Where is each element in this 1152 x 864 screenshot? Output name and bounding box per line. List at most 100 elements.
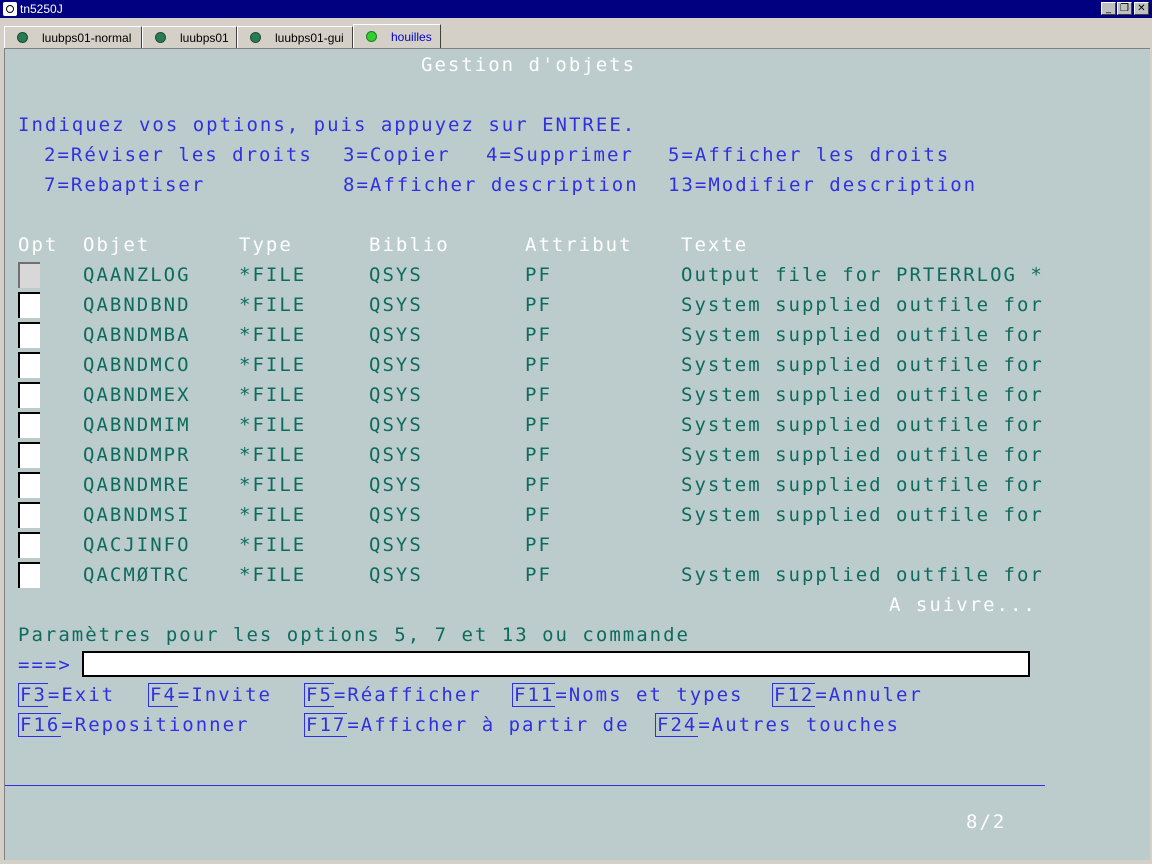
option-input[interactable] — [18, 352, 40, 378]
option-4: 4=Supprimer — [486, 144, 634, 166]
cell-attribut: PF — [525, 294, 552, 316]
cell-texte: System supplied outfile for — [681, 564, 1044, 586]
command-input[interactable] — [82, 651, 1030, 677]
tab-luubps01-normal[interactable]: luubps01-normal — [4, 26, 142, 48]
f16-label: =Repositionner — [61, 714, 250, 736]
cell-type: *FILE — [239, 354, 307, 376]
command-prompt: ===> — [18, 654, 72, 676]
f12-key[interactable]: F12 — [772, 683, 816, 707]
cell-type: *FILE — [239, 474, 307, 496]
cell-objet: QABNDMRE — [83, 474, 191, 496]
session-status-icon — [155, 32, 166, 43]
cell-type: *FILE — [239, 534, 307, 556]
cell-biblio: QSYS — [369, 534, 423, 556]
cell-attribut: PF — [525, 474, 552, 496]
maximize-button[interactable]: ❐ — [1117, 2, 1132, 15]
option-input[interactable] — [18, 382, 40, 408]
tab-label: luubps01-normal — [42, 31, 132, 45]
option-13: 13=Modifier description — [668, 174, 978, 196]
cell-biblio: QSYS — [369, 504, 423, 526]
cell-type: *FILE — [239, 414, 307, 436]
cell-objet: QAANZLOG — [83, 264, 191, 286]
cell-biblio: QSYS — [369, 384, 423, 406]
status-divider — [5, 785, 1045, 786]
f3-exit[interactable]: F3=Exit — [18, 683, 116, 707]
cell-biblio: QSYS — [369, 354, 423, 376]
option-input[interactable] — [18, 262, 40, 288]
option-5: 5=Afficher les droits — [668, 144, 951, 166]
minimize-button[interactable]: _ — [1101, 2, 1116, 15]
cell-attribut: PF — [525, 444, 552, 466]
option-input[interactable] — [18, 472, 40, 498]
f17-key[interactable]: F17 — [304, 713, 348, 737]
option-input[interactable] — [18, 322, 40, 348]
cell-type: *FILE — [239, 504, 307, 526]
cell-texte: System supplied outfile for — [681, 474, 1044, 496]
cell-objet: QABNDMCO — [83, 354, 191, 376]
tab-luubps01-gui[interactable]: luubps01-gui — [237, 26, 353, 48]
f24-more-keys[interactable]: F24=Autres touches — [655, 713, 900, 737]
option-input[interactable] — [18, 292, 40, 318]
tab-luubps01[interactable]: luubps01 — [142, 26, 237, 48]
option-input[interactable] — [18, 412, 40, 438]
cell-type: *FILE — [239, 444, 307, 466]
f11-key[interactable]: F11 — [512, 683, 556, 707]
column-header-texte: Texte — [681, 234, 749, 256]
cell-attribut: PF — [525, 414, 552, 436]
option-input[interactable] — [18, 502, 40, 528]
cell-objet: QABNDMPR — [83, 444, 191, 466]
session-status-icon — [366, 31, 377, 42]
cell-biblio: QSYS — [369, 294, 423, 316]
f5-refresh[interactable]: F5=Réafficher — [304, 683, 482, 707]
cell-texte: System supplied outfile for — [681, 354, 1044, 376]
option-7: 7=Rebaptiser — [44, 174, 206, 196]
cell-biblio: QSYS — [369, 444, 423, 466]
f4-invite[interactable]: F4=Invite — [148, 683, 272, 707]
f11-names-types[interactable]: F11=Noms et types — [512, 683, 744, 707]
window-title: tn5250J — [20, 2, 63, 16]
cell-objet: QABNDMSI — [83, 504, 191, 526]
close-button[interactable]: ✕ — [1134, 2, 1149, 15]
f12-label: =Annuler — [815, 684, 923, 706]
f3-label: =Exit — [47, 684, 116, 706]
cell-type: *FILE — [239, 264, 307, 286]
cell-attribut: PF — [525, 264, 552, 286]
f3-key[interactable]: F3 — [18, 683, 48, 707]
f4-label: =Invite — [177, 684, 272, 706]
f24-key[interactable]: F24 — [655, 713, 699, 737]
session-status-icon — [17, 32, 28, 43]
f24-label: =Autres touches — [698, 714, 900, 736]
cell-texte: System supplied outfile for — [681, 444, 1044, 466]
tab-houilles[interactable]: houilles — [353, 24, 441, 49]
f16-key[interactable]: F16 — [18, 713, 62, 737]
cell-objet: QACMØTRC — [83, 564, 191, 586]
session-status-icon — [250, 32, 261, 43]
terminal-screen[interactable]: Gestion d'objets Indiquez vos options, p… — [4, 48, 1150, 860]
option-input[interactable] — [18, 562, 40, 588]
cell-type: *FILE — [239, 384, 307, 406]
tab-label: luubps01 — [180, 31, 229, 45]
column-header-attribut: Attribut — [525, 234, 633, 256]
cell-biblio: QSYS — [369, 264, 423, 286]
tab-label: luubps01-gui — [275, 31, 344, 45]
f11-label: =Noms et types — [555, 684, 744, 706]
f4-key[interactable]: F4 — [148, 683, 178, 707]
f5-key[interactable]: F5 — [304, 683, 334, 707]
screen-title: Gestion d'objets — [421, 54, 637, 76]
cell-objet: QACJINFO — [83, 534, 191, 556]
f17-label: =Afficher à partir de — [347, 714, 630, 736]
f12-cancel[interactable]: F12=Annuler — [772, 683, 923, 707]
f16-reposition[interactable]: F16=Repositionner — [18, 713, 250, 737]
cell-attribut: PF — [525, 534, 552, 556]
cell-type: *FILE — [239, 294, 307, 316]
option-input[interactable] — [18, 442, 40, 468]
cell-attribut: PF — [525, 384, 552, 406]
cell-texte: System supplied outfile for — [681, 294, 1044, 316]
cell-biblio: QSYS — [369, 474, 423, 496]
option-input[interactable] — [18, 532, 40, 558]
params-label: Paramètres pour les options 5, 7 et 13 o… — [18, 624, 690, 646]
cell-attribut: PF — [525, 564, 552, 586]
f5-label: =Réafficher — [333, 684, 482, 706]
cell-biblio: QSYS — [369, 414, 423, 436]
f17-display-from[interactable]: F17=Afficher à partir de — [304, 713, 630, 737]
